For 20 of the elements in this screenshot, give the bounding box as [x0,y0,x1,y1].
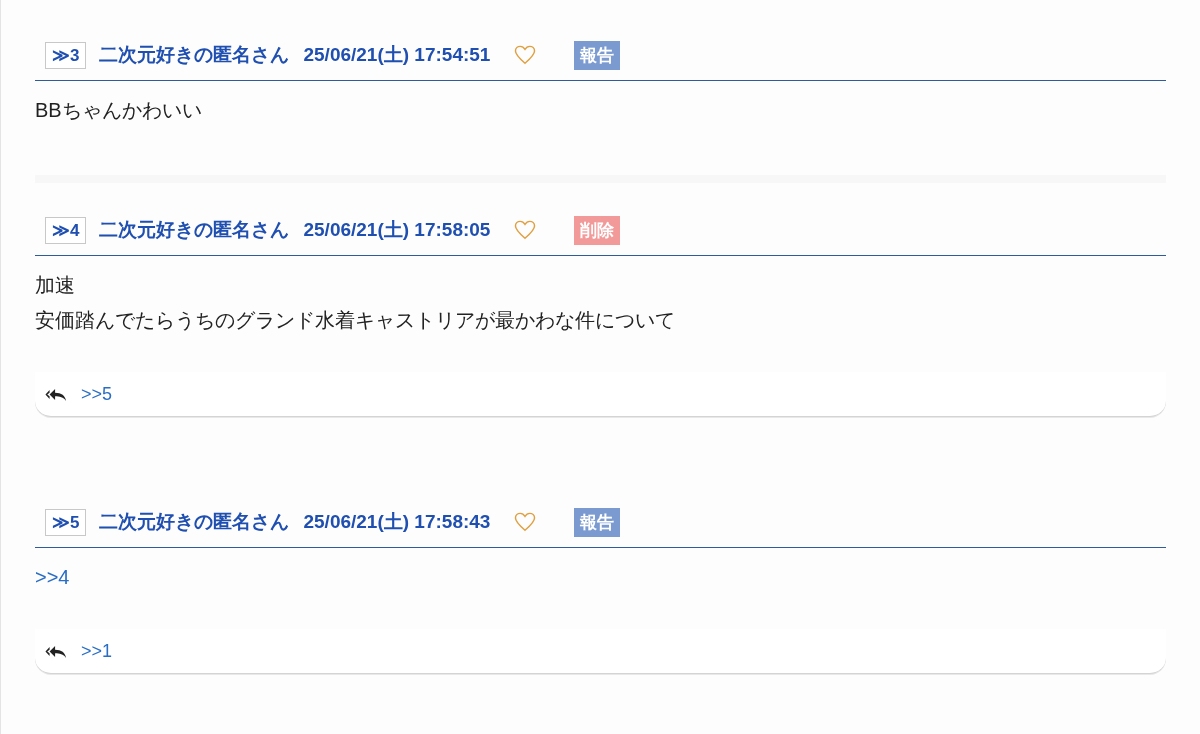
heart-icon[interactable] [514,220,537,240]
reply-link[interactable]: >>1 [81,640,113,662]
post-text: BBちゃんかわいい [35,98,203,123]
post-number[interactable]: ≫4 [45,216,87,244]
report-button[interactable]: 報告 [574,40,621,70]
reply-link[interactable]: >>5 [81,383,113,405]
post-number[interactable]: ≫3 [45,41,87,69]
post-date: 25/06/21(土) 17:54:51 [303,43,491,67]
poster-name: 二次元好きの匿名さん [99,218,290,242]
post-text: 加速 [35,273,76,298]
heart-icon[interactable] [514,45,537,65]
post-number[interactable]: ≫5 [45,508,87,536]
poster-name: 二次元好きの匿名さん [99,510,290,534]
report-button[interactable]: 報告 [574,507,621,537]
post-text: 安価踏んでたらうちのグランド水着キャストリアが最かわな件について [35,308,676,333]
post-date: 25/06/21(土) 17:58:05 [303,218,491,242]
heart-icon[interactable] [514,512,537,532]
post-date: 25/06/21(土) 17:58:43 [303,510,491,534]
poster-name: 二次元好きの匿名さん [99,43,290,67]
reply-link[interactable]: >>4 [35,560,1166,595]
